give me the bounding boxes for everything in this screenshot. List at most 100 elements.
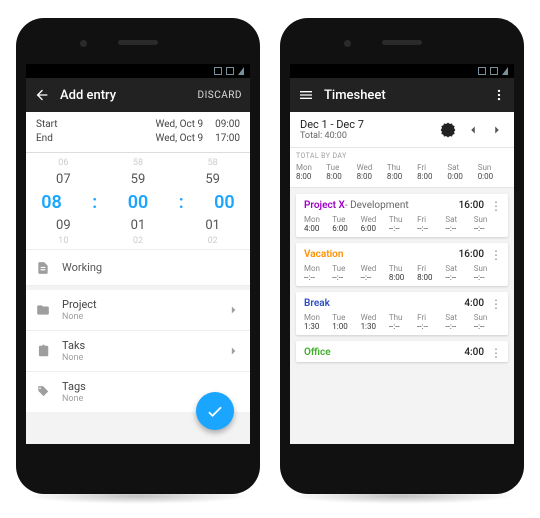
day-total-col: Sun0:00 [478,163,508,181]
project-total: 4:00 [464,347,484,358]
day-label: Sun [474,264,502,273]
note-row[interactable]: Working [26,250,250,286]
status-rect-icon [490,67,498,75]
card-day-hours: --:-- [389,322,417,331]
tasks-row[interactable]: TaksNone [26,331,250,372]
project-total: 16:00 [459,200,484,211]
picker-colon: : [179,192,184,213]
card-more-icon[interactable]: ⋮ [490,300,502,308]
day-label: Tue [332,313,360,322]
card-more-icon[interactable]: ⋮ [490,349,502,357]
card-day-col: Thu--:-- [389,313,417,331]
project-suffix: - Development [345,200,409,211]
card-day-hours: --:-- [417,224,445,233]
day-hours: 8:00 [387,172,417,181]
tags-value: None [62,394,86,404]
card-day-col: Mon--:-- [304,264,332,282]
day-label: Wed [361,215,389,224]
card-day-col: Tue1:00 [332,313,360,331]
day-label: Sat [445,264,473,273]
more-vert-icon[interactable] [492,87,506,103]
phone-camera [80,40,87,47]
project-card[interactable]: Vacation16:00⋮Mon--:--Tue--:--Wed--:--Th… [296,243,508,286]
project-total: 16:00 [459,249,484,260]
discard-button[interactable]: DISCARD [198,90,242,101]
folder-icon [36,303,50,317]
project-value: None [62,312,97,322]
day-label: Thu [389,313,417,322]
time-picker[interactable]: 065858 075959 08:00:00 090101 100202 [26,153,250,250]
day-label: Wed [357,163,387,172]
confirm-fab[interactable] [196,392,234,430]
start-time: 09:00 [215,118,240,132]
project-card[interactable]: Office 4:00 ⋮ [296,341,508,362]
card-day-hours: --:-- [474,322,502,331]
project-name: Project X [304,200,345,211]
chevron-left-icon[interactable] [466,123,480,137]
day-total-col: Mon8:00 [296,163,326,181]
day-label: Sun [474,215,502,224]
project-row[interactable]: ProjectNone [26,290,250,331]
check-icon [205,401,225,421]
card-day-hours: 1:30 [304,322,332,331]
start-date: Wed, Oct 9 [155,118,203,132]
card-day-hours: 6:00 [361,224,389,233]
day-label: Sun [478,163,508,172]
date-range: Dec 1 - Dec 7 [300,118,440,131]
day-hours: 8:00 [357,172,387,181]
day-label: Tue [332,264,360,273]
card-day-col: Fri--:-- [417,313,445,331]
picker-cell: 09 [56,218,71,233]
note-label: Working [62,261,102,274]
screen-timesheet: Timesheet Dec 1 - Dec 7 Total: 40:00 TOT… [290,64,514,444]
picker-cell: 10 [58,236,68,246]
verified-badge-icon[interactable] [440,122,456,138]
total-by-day-label: TOTAL BY DAY [296,152,508,160]
chevron-right-icon[interactable] [490,123,504,137]
day-label: Thu [389,215,417,224]
start-end-block[interactable]: StartWed, Oct 909:00 EndWed, Oct 917:00 [26,112,250,153]
card-more-icon[interactable]: ⋮ [490,202,502,210]
phone-frame-right: Timesheet Dec 1 - Dec 7 Total: 40:00 TOT… [280,18,524,494]
end-label: End [36,132,53,146]
day-hours: 8:00 [417,172,447,181]
status-signal-icon [502,67,508,75]
status-rect-icon [214,67,222,75]
tasks-value: None [62,353,85,363]
day-label: Fri [417,264,445,273]
menu-icon[interactable] [298,87,314,103]
chevron-right-icon [226,303,240,317]
picker-cell: 08 [41,192,62,213]
date-range-row: Dec 1 - Dec 7 Total: 40:00 [290,112,514,148]
status-bar [26,64,250,78]
back-arrow-icon[interactable] [34,87,50,103]
card-day-col: Tue--:-- [332,264,360,282]
picker-cell: 58 [133,158,143,168]
card-day-col: Thu8:00 [389,264,417,282]
project-name: Office [304,347,331,358]
card-day-hours: --:-- [332,273,360,282]
card-day-hours: --:-- [417,322,445,331]
card-more-icon[interactable]: ⋮ [490,251,502,259]
day-label: Sun [474,313,502,322]
card-day-col: Wed1:30 [361,313,389,331]
project-card[interactable]: Project X - Development16:00⋮Mon4:00Tue6… [296,194,508,237]
end-date: Wed, Oct 9 [155,132,203,146]
project-card[interactable]: Break4:00⋮Mon1:30Tue1:00Wed1:30Thu--:--F… [296,292,508,335]
card-day-hours: --:-- [361,273,389,282]
day-label: Wed [361,264,389,273]
day-label: Tue [326,163,356,172]
picker-cell: 01 [131,218,146,233]
phone-camera [344,40,351,47]
tag-icon [36,385,50,399]
card-day-hours: 6:00 [332,224,360,233]
card-day-hours: --:-- [445,273,473,282]
day-total-col: Wed8:00 [357,163,387,181]
project-total: 4:00 [464,298,484,309]
status-rect-icon [478,67,486,75]
picker-cell: 00 [214,192,235,213]
card-day-col: Sat--:-- [445,215,473,233]
phone-speaker [382,40,422,45]
picker-cell: 59 [131,172,146,187]
day-label: Sat [447,163,477,172]
